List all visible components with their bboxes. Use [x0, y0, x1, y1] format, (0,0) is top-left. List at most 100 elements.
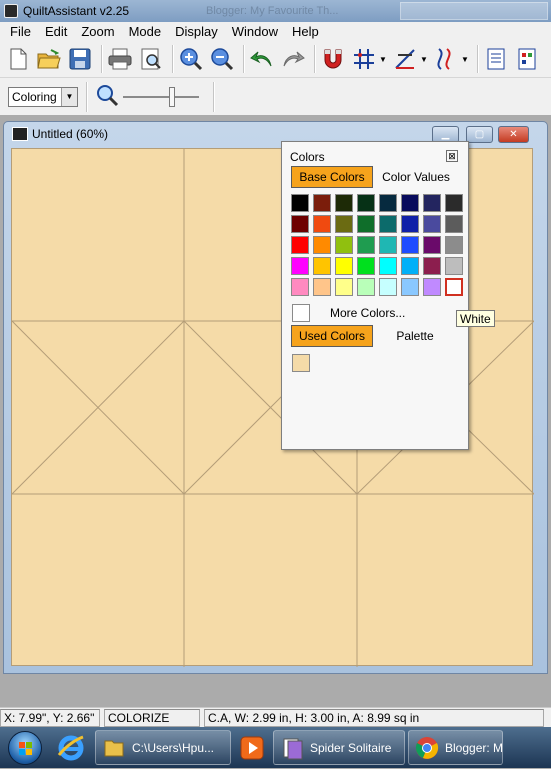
taskbar-chrome-button[interactable]: Blogger: M — [408, 730, 503, 765]
app-title: QuiltAssistant v2.25 — [23, 4, 130, 18]
color-swatch[interactable] — [379, 278, 397, 296]
zoom-in-icon[interactable] — [177, 45, 205, 73]
color-swatch[interactable] — [401, 257, 419, 275]
color-swatch[interactable] — [335, 257, 353, 275]
menu-zoom[interactable]: Zoom — [74, 24, 121, 39]
app-title-bar: QuiltAssistant v2.25 Blogger: My Favouri… — [0, 0, 551, 22]
color-swatch[interactable] — [445, 236, 463, 254]
color-swatch[interactable] — [313, 278, 331, 296]
tab-color-values[interactable]: Color Values — [378, 166, 454, 188]
menu-edit[interactable]: Edit — [38, 24, 74, 39]
new-file-icon[interactable] — [4, 45, 32, 73]
more-colors-row[interactable]: More Colors... — [292, 304, 405, 322]
color-swatch[interactable] — [357, 278, 375, 296]
color-swatch[interactable] — [401, 194, 419, 212]
background-window-title: Blogger: My Favourite Th... — [206, 5, 339, 17]
color-swatch[interactable] — [423, 257, 441, 275]
toolbar-separator — [172, 45, 173, 73]
curve-line-icon[interactable] — [432, 45, 460, 73]
color-swatch[interactable] — [445, 215, 463, 233]
color-swatch[interactable] — [291, 278, 309, 296]
color-swatch[interactable] — [335, 215, 353, 233]
redo-icon[interactable] — [279, 45, 307, 73]
taskbar-explorer-label: C:\Users\Hpu... — [132, 740, 215, 755]
background-window-searchbar — [400, 2, 548, 20]
start-button[interactable] — [0, 727, 50, 768]
palette-page-icon[interactable] — [513, 45, 541, 73]
used-color-swatch[interactable] — [292, 354, 310, 372]
color-swatch[interactable] — [357, 215, 375, 233]
color-swatch[interactable] — [445, 194, 463, 212]
color-swatch[interactable] — [445, 278, 463, 296]
color-swatch[interactable] — [335, 278, 353, 296]
color-swatch[interactable] — [313, 194, 331, 212]
menu-file[interactable]: File — [3, 24, 38, 39]
color-swatch[interactable] — [401, 236, 419, 254]
chevron-down-icon[interactable]: ▼ — [461, 55, 469, 64]
color-swatch[interactable] — [357, 257, 375, 275]
save-icon[interactable] — [66, 45, 94, 73]
menu-mode[interactable]: Mode — [122, 24, 169, 39]
chevron-down-icon[interactable]: ▼ — [61, 87, 77, 106]
magnifier-icon — [95, 83, 119, 110]
color-swatch[interactable] — [313, 215, 331, 233]
grid-icon[interactable] — [350, 45, 378, 73]
tab-palette[interactable]: Palette — [382, 325, 448, 347]
menu-display[interactable]: Display — [168, 24, 225, 39]
color-swatch[interactable] — [423, 278, 441, 296]
color-swatch[interactable] — [313, 236, 331, 254]
ruler-angle-icon[interactable] — [391, 45, 419, 73]
zoom-slider-track — [123, 95, 199, 98]
menu-help[interactable]: Help — [285, 24, 326, 39]
color-swatch[interactable] — [401, 215, 419, 233]
taskbar-solitaire-button[interactable]: Spider Solitaire — [273, 730, 405, 765]
color-swatch[interactable] — [291, 215, 309, 233]
color-swatch[interactable] — [423, 194, 441, 212]
toolbar-separator — [243, 45, 244, 73]
color-swatch[interactable] — [423, 236, 441, 254]
color-swatch[interactable] — [335, 236, 353, 254]
menu-window[interactable]: Window — [225, 24, 285, 39]
color-swatch[interactable] — [379, 215, 397, 233]
toolbar-separator — [213, 81, 214, 112]
color-swatch[interactable] — [379, 236, 397, 254]
color-swatch[interactable] — [335, 194, 353, 212]
color-swatch[interactable] — [357, 236, 375, 254]
mode-dropdown[interactable]: Coloring ▼ — [8, 86, 78, 107]
zoom-slider-thumb[interactable] — [169, 86, 175, 107]
magnet-snap-icon[interactable] — [319, 45, 347, 73]
tab-base-colors[interactable]: Base Colors — [291, 166, 373, 188]
color-swatch[interactable] — [357, 194, 375, 212]
main-toolbar: ▼ ▼ ▼ — [0, 41, 551, 78]
close-button[interactable]: ✕ — [498, 126, 529, 143]
color-swatch[interactable] — [291, 194, 309, 212]
taskbar-explorer-button[interactable]: C:\Users\Hpu... — [95, 730, 231, 765]
color-swatch[interactable] — [291, 236, 309, 254]
print-preview-icon[interactable] — [137, 45, 165, 73]
document-list-icon[interactable] — [482, 45, 510, 73]
toolbar-separator — [477, 45, 478, 73]
undo-icon[interactable] — [248, 45, 276, 73]
close-icon[interactable]: ⊠ — [446, 150, 458, 162]
media-player-icon[interactable] — [234, 730, 270, 765]
status-area-info: C.A, W: 2.99 in, H: 3.00 in, A: 8.99 sq … — [204, 708, 544, 727]
zoom-out-icon[interactable] — [208, 45, 236, 73]
chrome-icon — [415, 736, 439, 760]
more-colors-link[interactable]: More Colors... — [330, 306, 405, 320]
tab-used-colors[interactable]: Used Colors — [291, 325, 373, 347]
color-swatch[interactable] — [291, 257, 309, 275]
internet-explorer-icon[interactable] — [50, 730, 92, 765]
color-swatch[interactable] — [445, 257, 463, 275]
maximize-button[interactable]: ▢ — [466, 126, 493, 143]
color-swatch[interactable] — [379, 194, 397, 212]
color-swatch[interactable] — [401, 278, 419, 296]
color-swatch[interactable] — [423, 215, 441, 233]
chevron-down-icon[interactable]: ▼ — [420, 55, 428, 64]
chevron-down-icon[interactable]: ▼ — [379, 55, 387, 64]
color-swatch[interactable] — [379, 257, 397, 275]
open-folder-icon[interactable] — [35, 45, 63, 73]
zoom-slider[interactable] — [123, 84, 199, 110]
custom-color-swatch[interactable] — [292, 304, 310, 322]
print-icon[interactable] — [106, 45, 134, 73]
color-swatch[interactable] — [313, 257, 331, 275]
